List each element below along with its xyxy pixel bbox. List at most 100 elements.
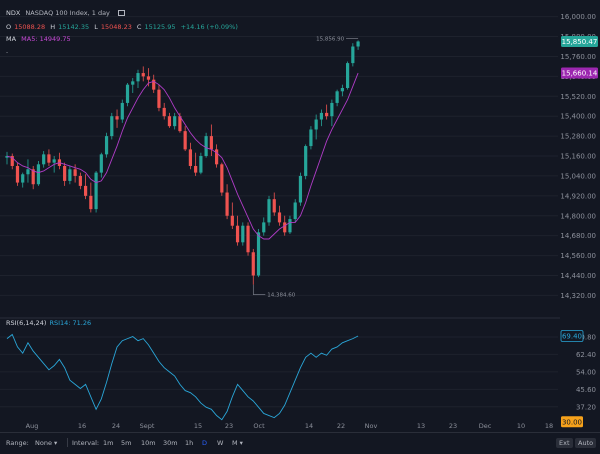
symbol-legend: NDX NASDAQ 100 Index, 1 day — [6, 9, 128, 17]
rsi-badge: 69.40 — [562, 333, 582, 341]
candle — [104, 132, 109, 158]
rsi-value: RSI14: 71.26 — [49, 319, 92, 327]
candle — [246, 222, 250, 256]
candle — [120, 99, 124, 123]
range-select[interactable]: None ▾ — [35, 439, 57, 447]
candle-body — [304, 146, 308, 176]
interval-w[interactable]: W — [217, 439, 223, 447]
candle — [21, 172, 25, 188]
symbol-name[interactable]: NDX — [6, 9, 20, 17]
candle-body — [47, 154, 51, 163]
last-price-badge: 15,850.47 — [562, 38, 598, 46]
candle-body — [225, 192, 229, 216]
candle-body — [194, 165, 198, 173]
candle-body — [125, 84, 130, 103]
time-tick-label: 10 — [517, 422, 525, 430]
candle — [63, 162, 67, 186]
price-tick-label: 14,440.00 — [560, 272, 596, 280]
interval-d[interactable]: D — [202, 439, 207, 447]
candle-body — [110, 116, 114, 137]
range-value: None — [35, 439, 52, 447]
candle-body — [141, 73, 145, 77]
time-tick-label: Sept — [140, 422, 155, 430]
ma-legend[interactable]: MA MA5: 14949.75 — [6, 35, 74, 43]
candle — [325, 104, 329, 120]
candle-body — [319, 112, 323, 120]
candle-body — [131, 81, 135, 85]
candle-body — [230, 215, 234, 226]
price-tick-label: 14,680.00 — [560, 232, 596, 240]
candle — [152, 74, 156, 93]
candle — [225, 184, 229, 220]
candle-body — [21, 174, 25, 183]
candle-body — [157, 89, 161, 108]
candle — [230, 202, 234, 230]
candle — [277, 205, 282, 226]
candle — [220, 162, 224, 196]
chart-canvas[interactable]: 16,000.0015,880.0015,760.0015,640.0015,5… — [0, 0, 600, 453]
candle-body — [277, 212, 282, 223]
price-tick-label: 15,760.00 — [560, 53, 596, 61]
candle — [157, 84, 161, 112]
ma-price-badge: 15,660.14 — [562, 70, 598, 78]
time-tick-label: 15 — [194, 422, 202, 430]
candle — [36, 161, 41, 186]
candle — [215, 144, 219, 168]
interval-m[interactable]: M ▾ — [232, 439, 243, 447]
time-axis: Aug 16 24 Sept 15 23 Oct 14 22 Nov 13 23 Dec 10 18 — [26, 422, 553, 430]
time-tick-label: Dec — [479, 422, 492, 430]
price-tick-label: 15,520.00 — [560, 93, 596, 101]
interval-5m[interactable]: 5m — [121, 439, 131, 447]
time-tick-label: 14 — [305, 422, 313, 430]
candle — [183, 126, 187, 152]
candle-body — [99, 154, 103, 173]
rsi-tick-label: 45.60 — [576, 386, 596, 394]
price-tick-label: 14,320.00 — [560, 292, 596, 300]
rsi-legend[interactable]: RSI(6,14,24) RSI14: 71.26 — [6, 319, 94, 327]
grid-lines — [0, 16, 558, 408]
time-tick-label: Nov — [365, 422, 378, 430]
interval-1m[interactable]: 1m — [103, 439, 113, 447]
candle-body — [246, 225, 250, 253]
time-tick-label: 22 — [337, 422, 345, 430]
candle — [319, 109, 323, 127]
candle-body — [188, 149, 192, 166]
interval-1h[interactable]: 1h — [185, 439, 193, 447]
candle-body — [272, 199, 276, 213]
ext-toggle[interactable]: Ext — [556, 438, 573, 448]
candle-body — [220, 164, 224, 193]
high-label: H — [50, 23, 56, 31]
ma-label: MA — [6, 35, 17, 43]
price-axis: 16,000.0015,880.0015,760.0015,640.0015,5… — [560, 13, 598, 300]
ma-value: MA5: 14949.75 — [21, 35, 71, 43]
symbol-description: NASDAQ 100 Index, 1 day — [25, 9, 110, 17]
candle — [131, 78, 135, 93]
bottom-toolbar: Range: None ▾ Interval: 1m 5m 10m 30m 1h… — [0, 432, 600, 454]
candle-body — [356, 41, 360, 47]
candle — [298, 172, 303, 206]
snapshot-icon[interactable] — [117, 10, 125, 16]
low-label: L — [94, 23, 98, 31]
candle-body — [204, 136, 208, 157]
candle-body — [262, 222, 266, 233]
candle-body — [325, 112, 329, 117]
candle — [125, 83, 130, 107]
auto-toggle[interactable]: Auto — [575, 438, 597, 448]
range-label: Range: — [6, 439, 29, 447]
candle — [167, 112, 172, 128]
interval-30m[interactable]: 30m — [163, 439, 178, 447]
candle-body — [309, 129, 313, 147]
close-label: C — [136, 23, 142, 31]
time-tick-label: 24 — [112, 422, 120, 430]
time-tick-label: 18 — [545, 422, 553, 430]
candle-body — [63, 165, 67, 181]
price-tick-label: 14,800.00 — [560, 212, 596, 220]
collapse-legend-icon[interactable]: ˯ — [6, 46, 8, 54]
candle-body — [52, 159, 56, 163]
high-value: 15142.35 — [58, 23, 90, 31]
candle — [57, 152, 61, 170]
time-tick-label: 23 — [225, 422, 233, 430]
candle — [5, 151, 9, 165]
interval-10m[interactable]: 10m — [141, 439, 156, 447]
candle-body — [173, 116, 177, 127]
